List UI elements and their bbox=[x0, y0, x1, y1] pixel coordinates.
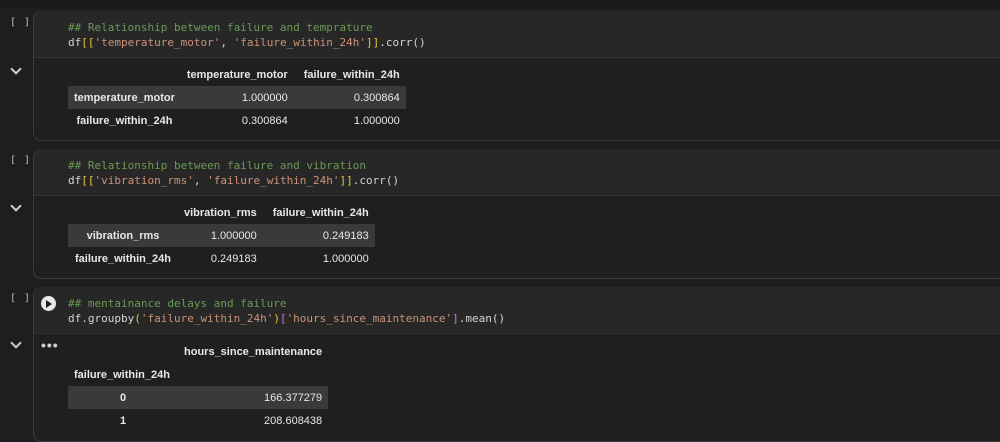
code-token: .corr() bbox=[379, 36, 426, 49]
execution-count-bracket: [ ] bbox=[10, 155, 32, 166]
index-header bbox=[68, 340, 178, 363]
output-dataframe: vibration_rms failure_within_24h vibrati… bbox=[68, 201, 375, 270]
code-bracket: ]] bbox=[366, 36, 380, 49]
table-header-row: hours_since_maintenance bbox=[68, 340, 328, 363]
code-line-1[interactable]: ## Relationship between failure and temp… bbox=[68, 21, 373, 34]
row-index: 1 bbox=[119, 414, 127, 427]
code-bracket: ]] bbox=[339, 174, 353, 187]
row-index: temperature_motor bbox=[68, 86, 181, 109]
notebook-cell-2[interactable]: [ ] ## Relationship between failure and … bbox=[0, 149, 1000, 279]
code-string: 'vibration_rms' bbox=[94, 174, 194, 187]
code-line-1[interactable]: ## Relationship between failure and vibr… bbox=[68, 159, 366, 172]
table-row: failure_within_24h 0.249183 1.000000 bbox=[68, 247, 375, 270]
table-cell: 0.300864 bbox=[241, 114, 288, 127]
table-cell: 1.000000 bbox=[178, 224, 263, 247]
code-bracket: ) bbox=[273, 312, 280, 325]
table-cell: 0.249183 bbox=[210, 252, 257, 265]
row-index: failure_within_24h bbox=[76, 114, 173, 127]
code-editor[interactable] bbox=[34, 149, 1000, 196]
index-name: failure_within_24h bbox=[74, 368, 170, 381]
code-line-1[interactable]: ## mentainance delays and failure bbox=[68, 297, 287, 310]
column-header: hours_since_maintenance bbox=[184, 345, 323, 358]
code-token: df bbox=[68, 174, 82, 187]
table-header-row: temperature_motor failure_within_24h bbox=[68, 63, 406, 86]
code-token: , bbox=[193, 174, 208, 187]
column-header: vibration_rms bbox=[184, 206, 257, 219]
table-cell: 208.608438 bbox=[264, 414, 323, 427]
code-line-2[interactable]: df[['temperature_motor', 'failure_within… bbox=[68, 36, 426, 49]
table-row: vibration_rms 1.000000 0.249183 bbox=[68, 224, 375, 247]
code-bracket: [[ bbox=[81, 174, 95, 187]
code-string: 'failure_within_24h' bbox=[233, 36, 367, 49]
column-header: failure_within_24h bbox=[303, 68, 400, 81]
table-row: temperature_motor 1.000000 0.300864 bbox=[68, 86, 406, 109]
table-index-name-row: failure_within_24h bbox=[68, 363, 328, 386]
top-bar bbox=[0, 0, 1000, 8]
index-header bbox=[68, 63, 181, 86]
table-cell: 1.000000 bbox=[322, 252, 369, 265]
chevron-down-icon[interactable] bbox=[10, 337, 22, 349]
execution-count-bracket: [ ] bbox=[10, 293, 32, 304]
code-token: , bbox=[220, 36, 234, 49]
row-index: failure_within_24h bbox=[75, 252, 171, 265]
table-cell: 1.000000 bbox=[353, 114, 400, 127]
code-string: 'temperature_motor' bbox=[94, 36, 221, 49]
table-cell: 0.300864 bbox=[293, 86, 406, 109]
code-token: df bbox=[68, 36, 82, 49]
output-dataframe: hours_since_maintenance failure_within_2… bbox=[68, 340, 329, 432]
row-index: 0 bbox=[68, 386, 178, 409]
column-header: temperature_motor bbox=[186, 68, 288, 81]
table-row: 1 208.608438 bbox=[68, 409, 328, 432]
code-comment: ## mentainance delays and failure bbox=[68, 297, 287, 310]
code-bracket: ( bbox=[134, 312, 141, 325]
code-line-2[interactable]: df.groupby('failure_within_24h')['hours_… bbox=[68, 312, 505, 325]
code-string: 'hours_since_maintenance' bbox=[286, 312, 453, 325]
column-header: failure_within_24h bbox=[272, 206, 369, 219]
chevron-down-icon[interactable] bbox=[10, 63, 22, 75]
notebook-cell-3[interactable]: [ ] ## mentainance delays and failure df… bbox=[0, 287, 1000, 442]
chevron-down-icon[interactable] bbox=[10, 200, 22, 212]
run-cell-button[interactable] bbox=[41, 296, 56, 311]
table-cell: 0.249183 bbox=[262, 224, 375, 247]
output-menu-icon[interactable]: ••• bbox=[41, 337, 59, 353]
code-token: .corr() bbox=[352, 174, 400, 187]
notebook-cell-1[interactable]: [ ] ## Relationship between failure and … bbox=[0, 11, 1000, 141]
table-cell: 1.000000 bbox=[180, 86, 294, 109]
output-dataframe: temperature_motor failure_within_24h tem… bbox=[68, 63, 406, 132]
code-line-2[interactable]: df[['vibration_rms', 'failure_within_24h… bbox=[68, 174, 399, 187]
code-token: .mean() bbox=[458, 312, 506, 325]
row-index: vibration_rms bbox=[68, 224, 178, 247]
code-bracket: [[ bbox=[81, 36, 95, 49]
table-row: 0 166.377279 bbox=[68, 386, 329, 409]
code-bracket: [ bbox=[279, 312, 287, 325]
code-comment: ## Relationship between failure and vibr… bbox=[68, 159, 367, 172]
code-bracket: ] bbox=[452, 312, 459, 325]
code-token: df.groupby bbox=[68, 312, 135, 325]
table-row: failure_within_24h 0.300864 1.000000 bbox=[68, 109, 406, 132]
code-editor[interactable] bbox=[34, 11, 1000, 58]
table-header-row: vibration_rms failure_within_24h bbox=[68, 201, 375, 224]
code-editor[interactable] bbox=[34, 287, 1000, 334]
code-string: 'failure_within_24h' bbox=[207, 174, 340, 187]
execution-count-bracket: [ ] bbox=[10, 17, 32, 28]
code-string: 'failure_within_24h' bbox=[140, 312, 274, 325]
index-header bbox=[68, 201, 178, 224]
table-cell: 166.377279 bbox=[178, 386, 329, 409]
code-comment: ## Relationship between failure and temp… bbox=[68, 21, 373, 34]
index-name-spacer bbox=[178, 363, 328, 386]
